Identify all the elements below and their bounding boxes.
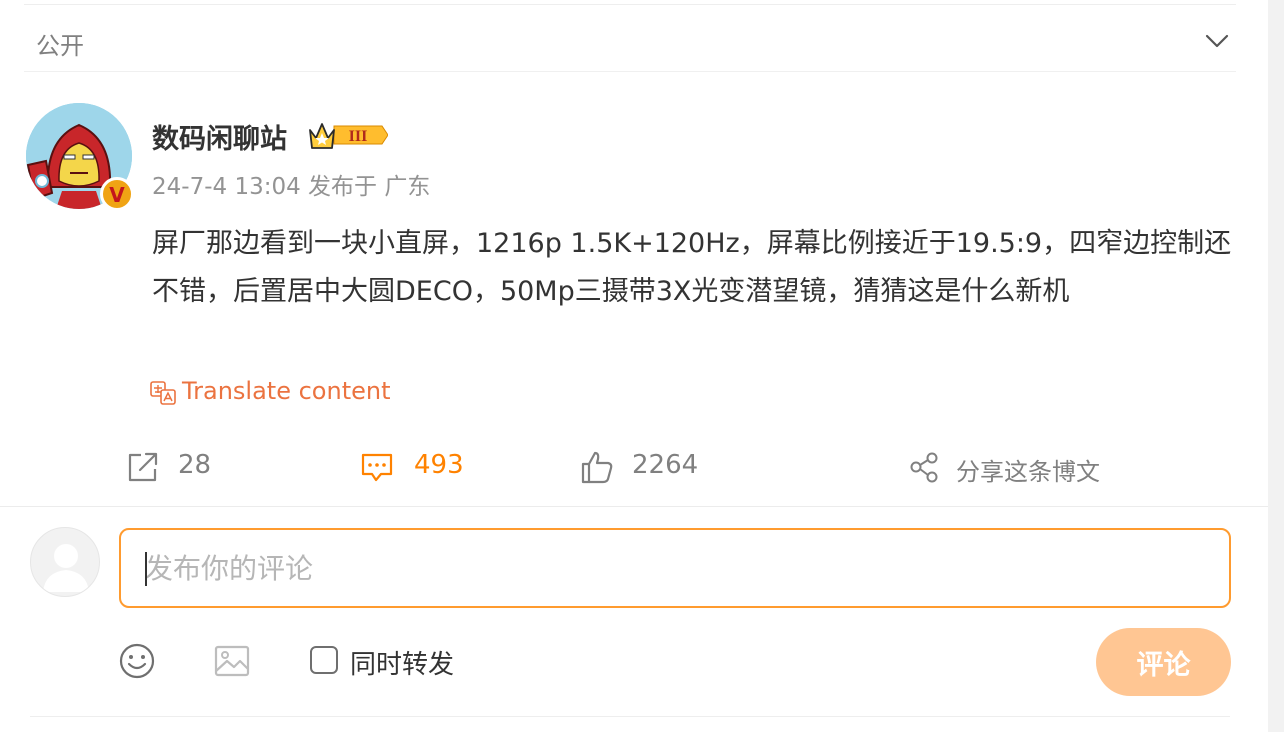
weibo-post-card: 公开 V 数码闲聊站 III 24-7-4 13:04 发布于 广东 屏厂那边看…: [0, 0, 1284, 732]
share-label: 分享这条博文: [956, 458, 1100, 486]
visibility-header[interactable]: 公开: [36, 24, 1236, 60]
scrollbar-track[interactable]: [1268, 0, 1284, 732]
comment-box[interactable]: [119, 528, 1231, 608]
current-user-avatar: [30, 527, 100, 597]
text-caret: [145, 552, 147, 586]
like-count: 2264: [632, 450, 699, 480]
crown-level-icon[interactable]: III: [308, 118, 388, 152]
share-icon: [910, 452, 938, 483]
comment-count: 493: [414, 450, 464, 480]
post-content: 屏厂那边看到一块小直屏，1216p 1.5K+120Hz，屏幕比例接近于19.5…: [152, 228, 1232, 307]
verified-mark: V: [109, 183, 125, 207]
verified-badge: V: [100, 177, 134, 211]
actions-divider: [0, 506, 1268, 507]
like-icon: [581, 451, 613, 484]
post-meta: 24-7-4 13:04 发布于 广东: [152, 174, 431, 200]
forward-label: 同时转发: [350, 650, 455, 680]
top-border: [24, 4, 1236, 5]
level-badge-text: III: [349, 128, 368, 145]
repost-count: 28: [178, 450, 212, 480]
repost-icon: [128, 452, 158, 482]
header-divider: [24, 71, 1236, 72]
translate-label: Translate content: [182, 377, 391, 405]
default-user-icon: [43, 544, 89, 592]
author-name[interactable]: 数码闲聊站: [152, 117, 287, 156]
emoji-icon[interactable]: [118, 642, 156, 680]
visibility-label: 公开: [36, 32, 84, 60]
image-icon[interactable]: [213, 642, 251, 680]
comment-input[interactable]: [121, 530, 1229, 606]
forward-checkbox[interactable]: [310, 646, 338, 674]
bottom-divider: [30, 716, 1230, 717]
submit-comment-button[interactable]: 评论: [1096, 628, 1231, 696]
comment-icon: [361, 453, 393, 482]
translate-icon: [150, 381, 176, 405]
chevron-down-icon[interactable]: [1204, 28, 1230, 54]
